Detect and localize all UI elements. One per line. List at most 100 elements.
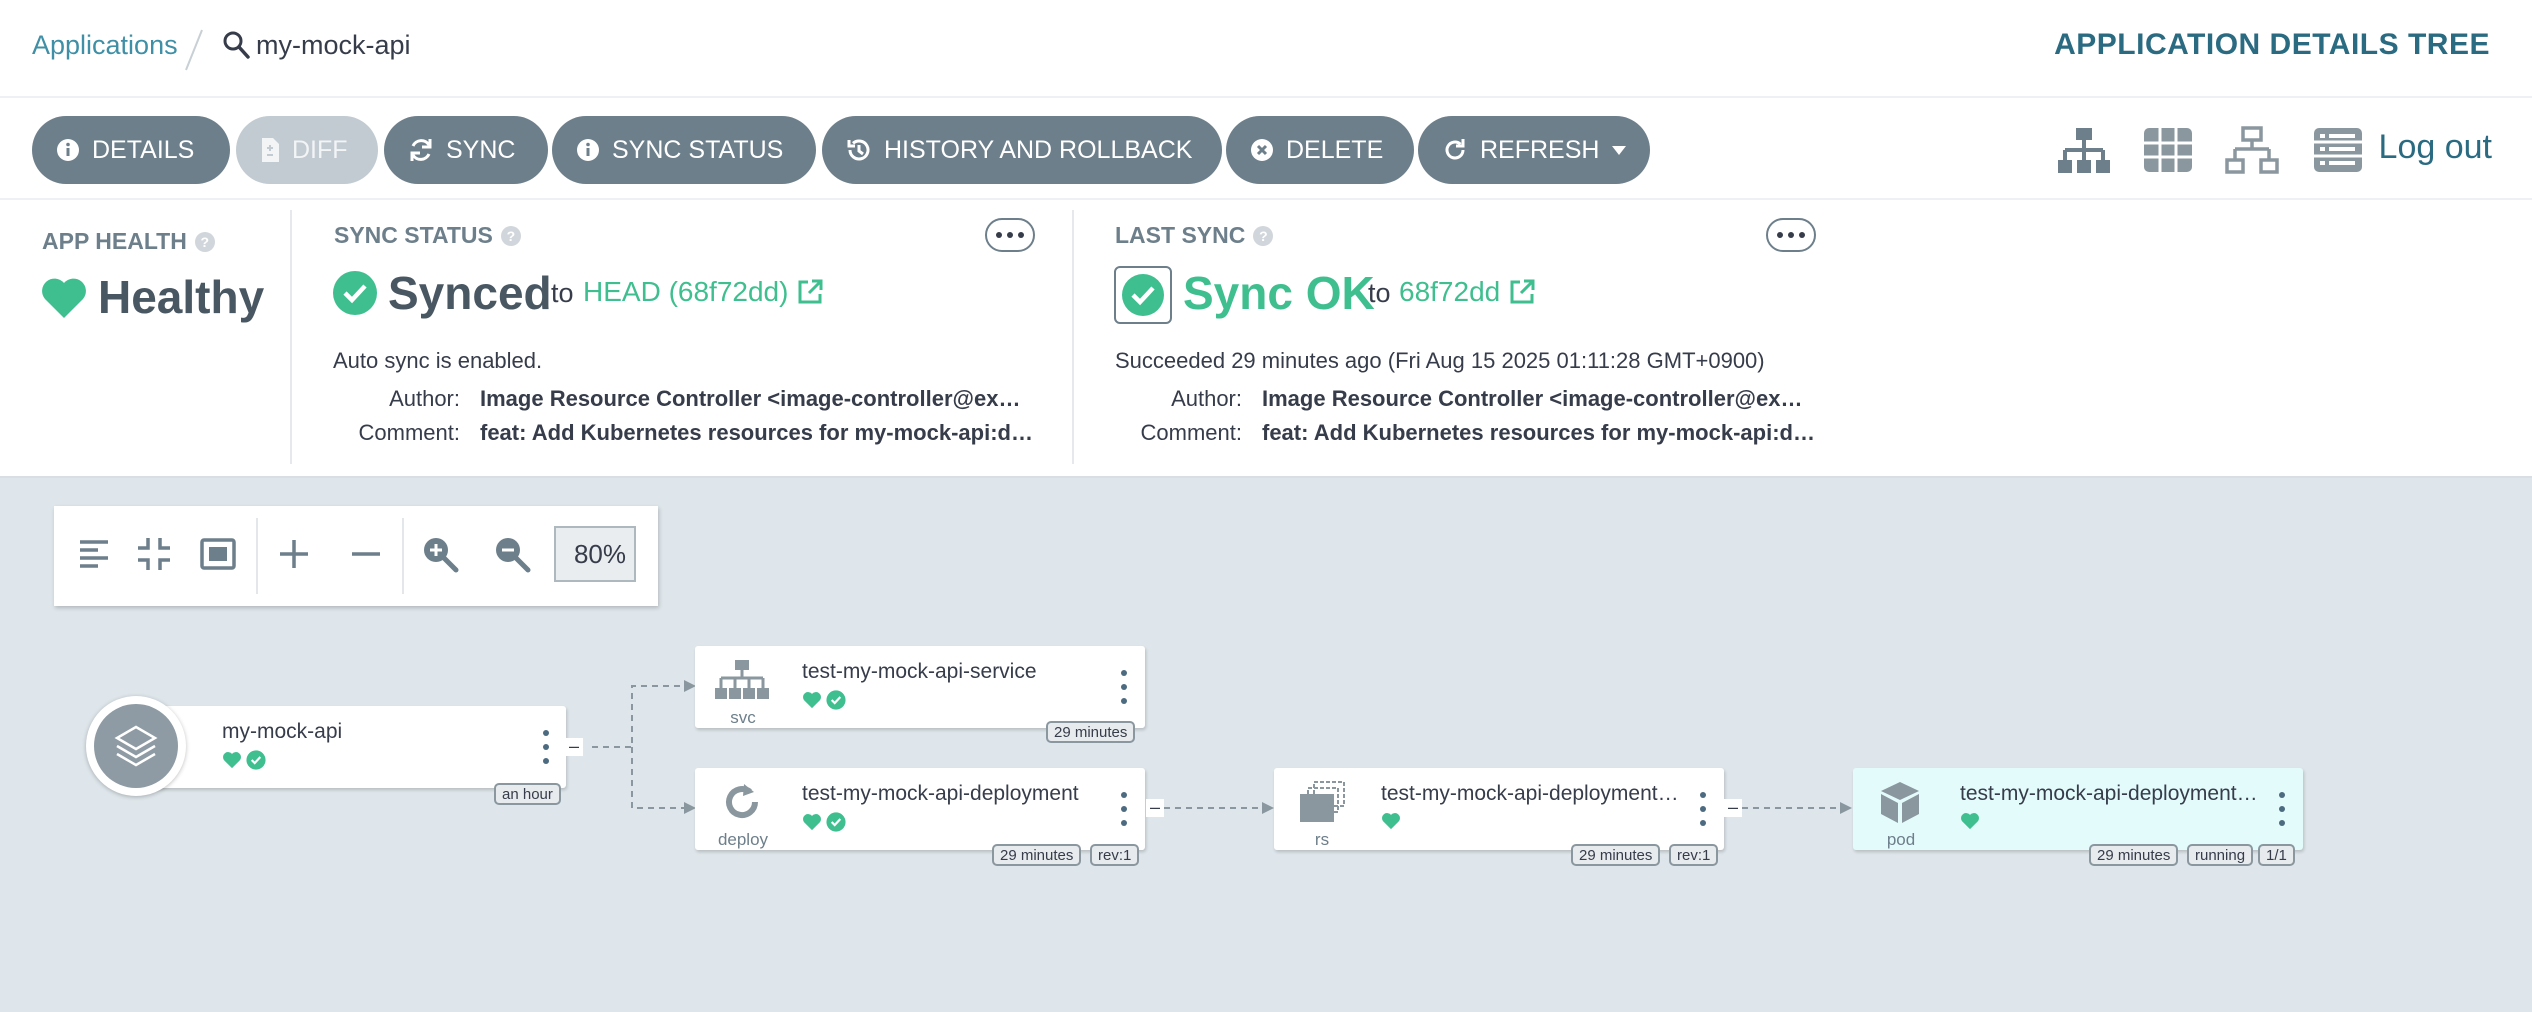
sync-status-button-label: SYNC STATUS xyxy=(612,135,784,164)
zoom-out-icon[interactable] xyxy=(492,534,532,574)
fit-to-screen-icon[interactable] xyxy=(198,534,238,574)
last-sync-value: Sync OK xyxy=(1183,267,1375,319)
app-health-label-text: APP HEALTH xyxy=(42,228,187,254)
node-status xyxy=(1381,812,1401,830)
sync-status-value: Synced xyxy=(388,267,552,319)
grid-view-icon[interactable] xyxy=(2140,126,2196,176)
age-badge: an hour xyxy=(494,783,561,805)
node-kind: pod xyxy=(1886,830,1916,849)
expand-all-icon[interactable] xyxy=(274,534,314,574)
check-circle-icon xyxy=(826,690,846,710)
auto-sync-note: Auto sync is enabled. xyxy=(333,348,543,373)
delete-button-label: DELETE xyxy=(1286,135,1384,164)
check-circle-icon xyxy=(826,812,846,832)
service-icon xyxy=(715,660,769,699)
node-kind: deploy xyxy=(717,830,769,849)
last-sync-more-button[interactable] xyxy=(1766,218,1816,252)
pod-node[interactable]: pod test-my-mock-api-deployment… xyxy=(1853,768,2303,850)
last-sync-revision-link[interactable]: 68f72dd xyxy=(1399,276,1536,308)
sync-button[interactable]: SYNC xyxy=(384,116,548,184)
revision-badge: rev:1 xyxy=(1090,844,1140,866)
sync-status-label: SYNC STATUS ? xyxy=(334,222,521,249)
comment-label: Comment: xyxy=(358,420,460,445)
node-menu-button[interactable] xyxy=(1119,670,1129,704)
check-circle-icon xyxy=(333,271,377,315)
help-icon[interactable]: ? xyxy=(500,225,521,246)
divider xyxy=(290,210,292,464)
collapse-toggle[interactable]: – xyxy=(565,737,583,756)
action-toolbar: DETAILS DIFF SYNC SYNC STATUS HISTORY AN… xyxy=(0,98,2532,200)
sync-status-label-text: SYNC STATUS xyxy=(334,222,493,248)
info-icon xyxy=(57,139,79,161)
heart-icon xyxy=(1961,813,1979,830)
diff-button-label: DIFF xyxy=(292,135,348,164)
app-node[interactable]: my-mock-api xyxy=(128,706,566,788)
file-diff-icon xyxy=(262,138,279,162)
heart-icon xyxy=(803,814,821,831)
sync-button-label: SYNC xyxy=(446,135,516,164)
graph-toolbar: 80% xyxy=(54,506,658,606)
age-badge: 29 minutes xyxy=(1571,844,1661,866)
check-circle-icon xyxy=(246,750,266,770)
zoom-in-icon[interactable] xyxy=(420,534,460,574)
author-label: Author: xyxy=(389,386,460,411)
collapse-toggle[interactable]: – xyxy=(1146,798,1164,817)
node-menu-button[interactable] xyxy=(2277,792,2287,826)
sync-status-more-button[interactable] xyxy=(985,218,1035,252)
node-menu-button[interactable] xyxy=(541,730,551,764)
help-icon[interactable]: ? xyxy=(1253,225,1274,246)
list-view-icon[interactable] xyxy=(2310,126,2366,176)
search-icon[interactable] xyxy=(222,30,250,60)
age-badge: 29 minutes xyxy=(2089,844,2179,866)
breadcrumb-current-app[interactable]: my-mock-api xyxy=(256,30,411,61)
node-name: test-my-mock-api-deployment… xyxy=(1381,782,1679,805)
last-sync-author: Image Resource Controller <image-control… xyxy=(1262,386,1812,411)
replicaset-node[interactable]: rs test-my-mock-api-deployment… xyxy=(1274,768,1724,850)
node-status xyxy=(222,750,266,770)
zoom-level[interactable]: 80% xyxy=(554,526,636,582)
tree-view-icon[interactable] xyxy=(2056,126,2112,176)
node-name: my-mock-api xyxy=(222,720,343,743)
node-name: test-my-mock-api-deployment xyxy=(802,782,1079,805)
top-bar: Applications my-mock-api APPLICATION DET… xyxy=(0,0,2532,98)
last-sync-to: to xyxy=(1368,278,1391,308)
compress-icon[interactable] xyxy=(134,534,174,574)
network-view-icon[interactable] xyxy=(2224,126,2280,176)
status-panel: APP HEALTH ? Healthy SYNC STATUS ? Synce… xyxy=(0,200,2532,478)
node-menu-button[interactable] xyxy=(1698,792,1708,826)
external-link-icon xyxy=(1510,279,1535,304)
details-button[interactable]: DETAILS xyxy=(32,116,230,184)
heart-icon xyxy=(223,752,241,769)
author-label: Author: xyxy=(1171,386,1242,411)
diff-button[interactable]: DIFF xyxy=(236,116,378,184)
node-status xyxy=(802,690,846,710)
align-left-icon[interactable] xyxy=(74,534,114,574)
sync-status-revision-link[interactable]: HEAD (68f72dd) xyxy=(583,276,824,308)
collapse-all-icon[interactable] xyxy=(346,534,386,574)
heart-icon xyxy=(1382,813,1400,830)
delete-button[interactable]: DELETE xyxy=(1226,116,1414,184)
node-menu-button[interactable] xyxy=(1119,792,1129,826)
sync-status-button[interactable]: SYNC STATUS xyxy=(552,116,816,184)
node-kind: svc xyxy=(730,708,756,727)
age-badge: 29 minutes xyxy=(992,844,1082,866)
app-health-value: Healthy xyxy=(98,271,265,323)
revision-badge: rev:1 xyxy=(1669,844,1719,866)
node-name: test-my-mock-api-deployment… xyxy=(1960,782,2258,805)
sync-icon xyxy=(410,139,432,161)
deployment-node[interactable]: deploy test-my-mock-api-deployment xyxy=(695,768,1145,850)
node-status xyxy=(802,812,846,832)
replicaset-icon xyxy=(1300,781,1345,822)
collapse-toggle[interactable]: – xyxy=(1724,798,1742,817)
help-icon[interactable]: ? xyxy=(194,231,215,252)
external-link-icon xyxy=(798,279,823,304)
logout-link[interactable]: Log out xyxy=(2379,128,2492,167)
history-button-label: HISTORY AND ROLLBACK xyxy=(884,135,1193,164)
heart-icon xyxy=(803,692,821,709)
history-and-rollback-button[interactable]: HISTORY AND ROLLBACK xyxy=(822,116,1222,184)
refresh-button[interactable]: REFRESH xyxy=(1418,116,1650,184)
pod-icon xyxy=(1881,782,1919,823)
graph-toolbar-divider xyxy=(256,518,258,594)
service-node[interactable]: svc test-my-mock-api-service xyxy=(695,646,1145,728)
breadcrumb-applications-link[interactable]: Applications xyxy=(32,30,178,61)
